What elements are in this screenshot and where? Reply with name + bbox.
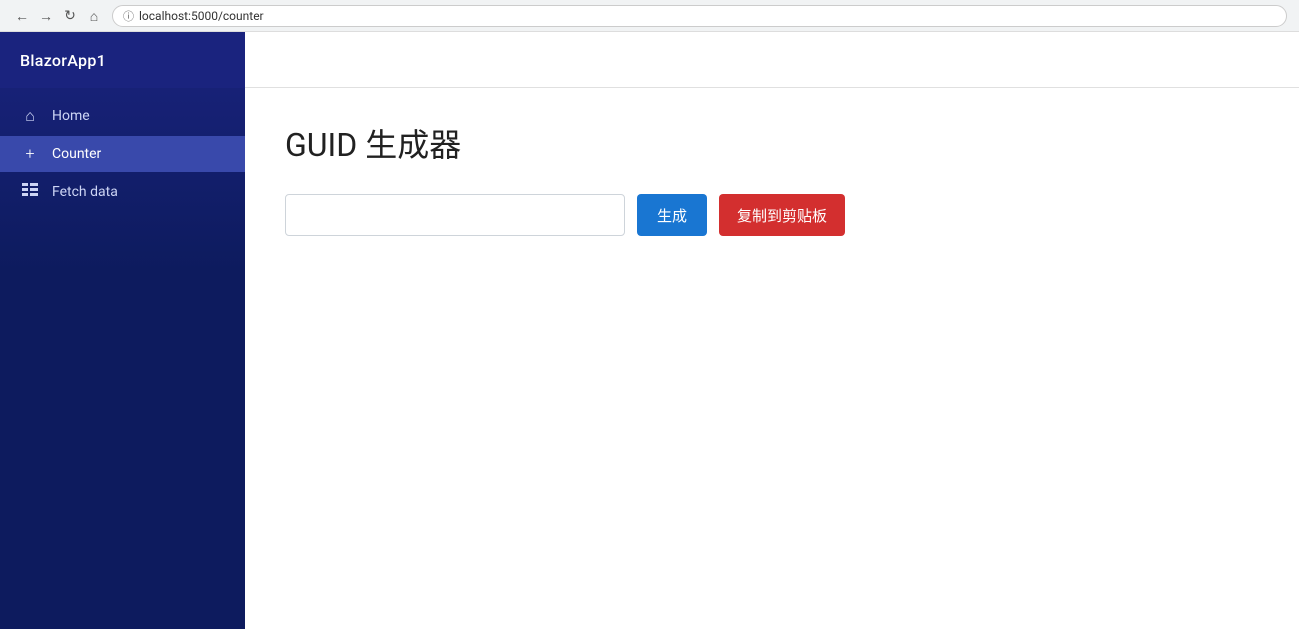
lock-icon: ⓘ (123, 8, 134, 24)
sidebar-item-counter[interactable]: + Counter (0, 136, 245, 172)
page-body: GUID 生成器 生成 复制到剪贴板 (245, 88, 1299, 629)
home-button[interactable]: ⌂ (84, 6, 104, 26)
sidebar-item-home[interactable]: ⌂ Home (0, 96, 245, 136)
guid-row: 生成 复制到剪贴板 (285, 194, 1259, 236)
forward-button[interactable]: → (36, 6, 56, 26)
page-title: GUID 生成器 (285, 120, 1259, 166)
sidebar-item-fetch-data[interactable]: Fetch data (0, 172, 245, 211)
sidebar-item-fetch-data-label: Fetch data (52, 184, 118, 200)
copy-button[interactable]: 复制到剪贴板 (719, 194, 845, 236)
topbar (245, 32, 1299, 88)
url-text: localhost:5000/counter (139, 9, 264, 23)
back-button[interactable]: ← (12, 6, 32, 26)
app-container: BlazorApp1 ⌂ Home + Counter (0, 32, 1299, 629)
sidebar-item-counter-label: Counter (52, 146, 101, 162)
address-bar[interactable]: ⓘ localhost:5000/counter (112, 5, 1287, 27)
sidebar-nav: ⌂ Home + Counter Fet (0, 88, 245, 219)
sidebar-item-home-label: Home (52, 108, 90, 124)
guid-input[interactable] (285, 194, 625, 236)
app-logo: BlazorApp1 (20, 51, 106, 70)
grid-icon (20, 182, 40, 201)
browser-chrome: ← → ↻ ⌂ ⓘ localhost:5000/counter (0, 0, 1299, 32)
sidebar: BlazorApp1 ⌂ Home + Counter (0, 32, 245, 629)
home-icon: ⌂ (20, 106, 40, 126)
nav-buttons: ← → ↻ ⌂ (12, 6, 104, 26)
reload-button[interactable]: ↻ (60, 6, 80, 26)
plus-icon: + (20, 146, 40, 162)
generate-button[interactable]: 生成 (637, 194, 707, 236)
sidebar-header: BlazorApp1 (0, 32, 245, 88)
main-content: GUID 生成器 生成 复制到剪贴板 (245, 32, 1299, 629)
